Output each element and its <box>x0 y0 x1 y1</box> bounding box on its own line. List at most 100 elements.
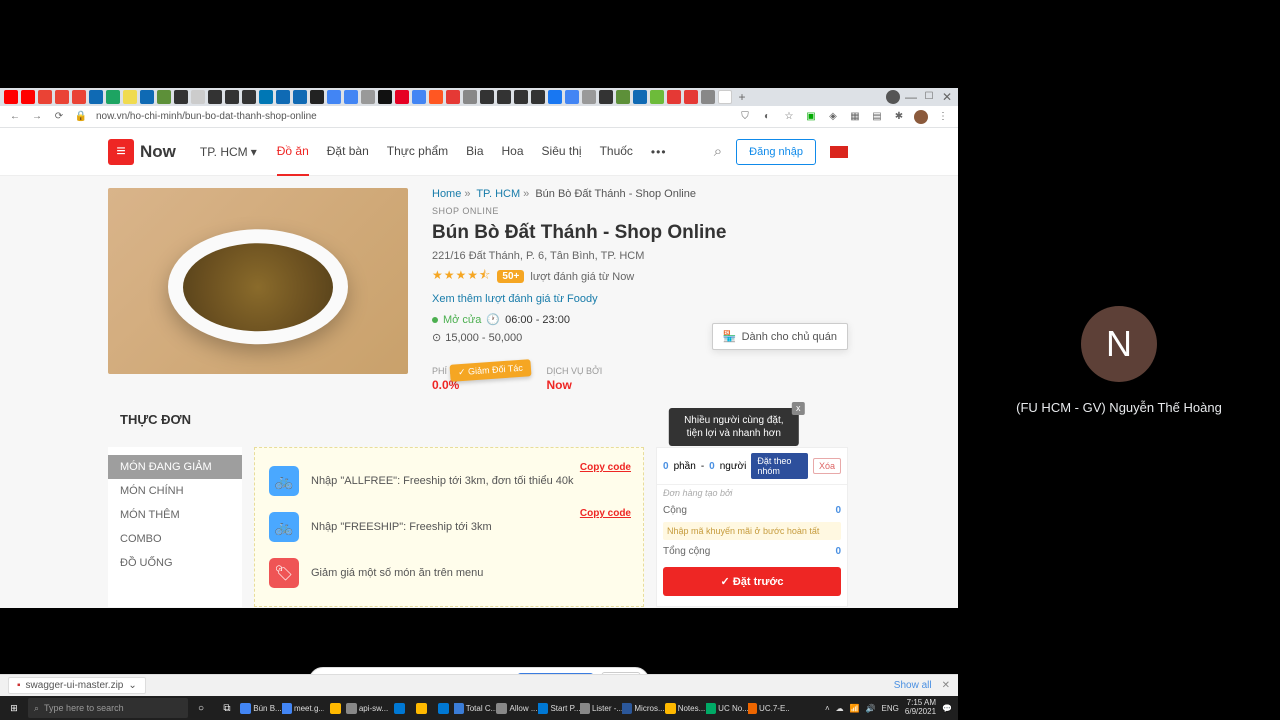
show-all-downloads[interactable]: Show all <box>894 680 932 691</box>
tray-icon[interactable]: 📶 <box>850 704 860 713</box>
tab-favicon[interactable] <box>191 90 205 104</box>
taskbar-app[interactable]: Lister -... <box>580 698 622 718</box>
owner-button[interactable]: 🏪 Dành cho chủ quán <box>712 323 848 350</box>
tab-favicon[interactable] <box>89 90 103 104</box>
tab-favicon[interactable] <box>293 90 307 104</box>
tab-favicon[interactable] <box>259 90 273 104</box>
tab-favicon[interactable] <box>616 90 630 104</box>
tab-favicon[interactable] <box>412 90 426 104</box>
taskbar-app[interactable]: Allow ... <box>496 698 538 718</box>
tab-favicon[interactable] <box>701 90 715 104</box>
tab-favicon[interactable] <box>633 90 647 104</box>
menu-icon[interactable]: ⋮ <box>936 110 950 124</box>
tab-favicon[interactable] <box>429 90 443 104</box>
taskbar-app[interactable]: meet.g... <box>282 698 324 718</box>
taskbar-app[interactable]: Start P... <box>538 698 580 718</box>
tab-favicon[interactable] <box>72 90 86 104</box>
taskbar-app[interactable] <box>388 698 410 718</box>
taskbar-app[interactable]: Bún B... <box>240 698 282 718</box>
ext-icon[interactable]: ◈ <box>826 110 840 124</box>
cortana-icon[interactable]: ○ <box>188 698 214 718</box>
nav-beer[interactable]: Bia <box>466 128 483 176</box>
tooltip-close-icon[interactable]: x <box>792 402 805 415</box>
tab-favicon[interactable] <box>361 90 375 104</box>
tab-favicon[interactable] <box>225 90 239 104</box>
copy-code-button[interactable]: Copy code <box>580 462 631 473</box>
tab-favicon[interactable] <box>463 90 477 104</box>
cat-main[interactable]: MÓN CHÍNH <box>108 479 242 503</box>
profile-avatar[interactable] <box>914 110 928 124</box>
crumb-home[interactable]: Home <box>432 188 461 200</box>
language-flag[interactable] <box>830 146 848 158</box>
taskbar-app[interactable]: UC.7-E... <box>748 698 790 718</box>
back-button[interactable]: ← <box>8 110 22 124</box>
nav-food[interactable]: Đồ ăn <box>277 128 309 176</box>
profile-icon[interactable] <box>886 90 900 104</box>
tab-favicon[interactable] <box>140 90 154 104</box>
tab-favicon[interactable] <box>446 90 460 104</box>
tab-favicon[interactable] <box>4 90 18 104</box>
taskbar-app[interactable] <box>432 698 454 718</box>
tab-favicon[interactable] <box>106 90 120 104</box>
reload-button[interactable]: ⟳ <box>52 110 66 124</box>
download-item[interactable]: ▪ swagger-ui-master.zip ⌄ <box>8 677 146 694</box>
tab-favicon[interactable] <box>344 90 358 104</box>
taskbar-app[interactable]: Micros... <box>622 698 664 718</box>
tray-icon[interactable]: ☁ <box>836 704 844 713</box>
new-tab-button[interactable]: + <box>735 90 749 104</box>
tab-favicon[interactable] <box>599 90 613 104</box>
tray-lang[interactable]: ENG <box>882 704 899 713</box>
taskbar-app[interactable] <box>410 698 432 718</box>
taskbar-app[interactable] <box>324 698 346 718</box>
taskbar-app[interactable]: Notes... <box>664 698 706 718</box>
taskview-icon[interactable]: ⧉ <box>214 698 240 718</box>
tab-favicon[interactable] <box>38 90 52 104</box>
group-order-button[interactable]: Đặt theo nhóm <box>751 453 808 479</box>
tab-favicon[interactable] <box>395 90 409 104</box>
nav-flower[interactable]: Hoa <box>502 128 524 176</box>
tray-volume-icon[interactable]: 🔊 <box>866 704 876 713</box>
tab-favicon[interactable] <box>327 90 341 104</box>
taskbar-clock[interactable]: 7:15 AM 6/9/2021 <box>905 699 936 717</box>
notifications-icon[interactable]: 💬 <box>942 704 952 713</box>
taskbar-app[interactable]: UC No... <box>706 698 748 718</box>
nav-grocery[interactable]: Thực phẩm <box>387 128 448 176</box>
tab-favicon[interactable] <box>242 90 256 104</box>
tab-favicon[interactable] <box>684 90 698 104</box>
taskbar-search[interactable]: ⌕ Type here to search <box>28 698 188 718</box>
close-button[interactable]: ✕ <box>940 90 954 104</box>
tab-favicon[interactable] <box>582 90 596 104</box>
close-downloads-icon[interactable]: ✕ <box>942 680 950 691</box>
ext-icon[interactable]: ◐ <box>760 110 774 124</box>
maximize-button[interactable]: ☐ <box>922 90 936 104</box>
crumb-city[interactable]: TP. HCM <box>476 188 520 200</box>
tab-favicon[interactable] <box>310 90 324 104</box>
foody-reviews-link[interactable]: Xem thêm lượt đánh giá từ Foody <box>432 293 598 305</box>
search-icon[interactable]: ⌕ <box>714 143 722 160</box>
cat-extra[interactable]: MÓN THÊM <box>108 503 242 527</box>
city-selector[interactable]: TP. HCM ▾ <box>200 145 257 159</box>
start-button[interactable]: ⊞ <box>0 696 28 720</box>
tab-favicon[interactable] <box>548 90 562 104</box>
ext-icon[interactable]: ▣ <box>804 110 818 124</box>
star-icon[interactable]: ☆ <box>782 110 796 124</box>
nav-more[interactable]: ••• <box>651 128 667 176</box>
tab-favicon[interactable] <box>497 90 511 104</box>
logo-icon[interactable]: ≡ <box>108 139 134 165</box>
tab-favicon[interactable] <box>718 90 732 104</box>
taskbar-app[interactable]: Total C... <box>454 698 496 718</box>
tab-favicon[interactable] <box>565 90 579 104</box>
tab-favicon[interactable] <box>667 90 681 104</box>
nav-market[interactable]: Siêu thị <box>542 128 582 176</box>
tray-chevron-icon[interactable]: ˄ <box>825 704 830 713</box>
ext-icon[interactable]: ▦ <box>848 110 862 124</box>
taskbar-app[interactable]: api-sw... <box>346 698 388 718</box>
brand-name[interactable]: Now <box>140 142 176 162</box>
tab-favicon[interactable] <box>531 90 545 104</box>
tab-favicon[interactable] <box>174 90 188 104</box>
cat-combo[interactable]: COMBO <box>108 527 242 551</box>
tab-favicon[interactable] <box>21 90 35 104</box>
copy-code-button[interactable]: Copy code <box>580 508 631 519</box>
ext-icon[interactable]: ▤ <box>870 110 884 124</box>
tab-favicon[interactable] <box>378 90 392 104</box>
